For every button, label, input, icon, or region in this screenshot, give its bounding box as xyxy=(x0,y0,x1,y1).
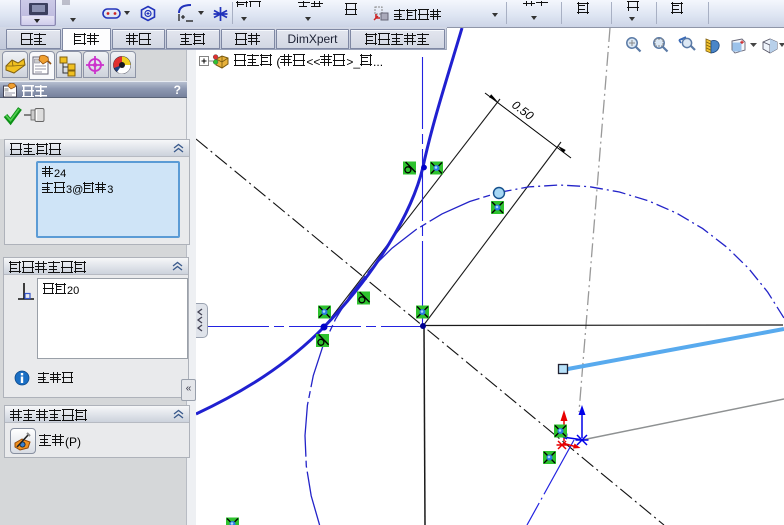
svg-text:0.50: 0.50 xyxy=(509,98,536,123)
